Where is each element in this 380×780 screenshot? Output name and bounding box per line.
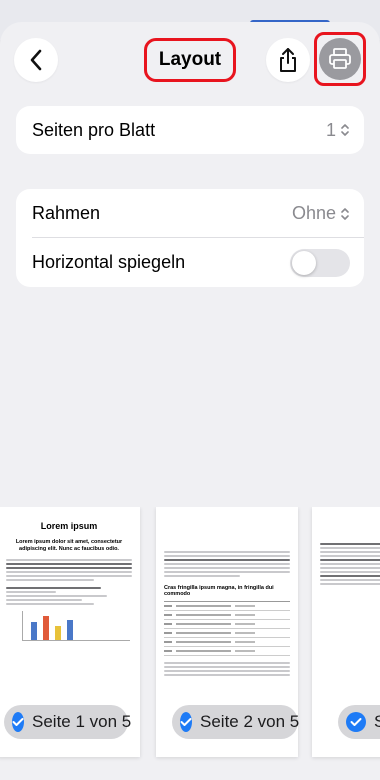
page-badge-label: Seite 2 von 5 xyxy=(200,712,300,731)
preview-bullets xyxy=(6,587,132,606)
pages-per-sheet-value-text: 1 xyxy=(325,119,336,140)
back-button[interactable] xyxy=(14,38,58,82)
pages-per-sheet-group: Seiten pro Blatt 1 xyxy=(16,106,364,154)
printer-icon xyxy=(329,48,351,69)
preview-table xyxy=(164,601,290,656)
checkmark-icon xyxy=(346,712,366,732)
page-previews[interactable]: Lorem ipsum Lorem ipsum dolor sit amet, … xyxy=(0,507,380,780)
checkmark-icon xyxy=(180,712,192,732)
page-badge-2[interactable]: Seite 2 von 5 xyxy=(172,705,300,739)
page-badge-3[interactable]: S xyxy=(338,705,380,739)
share-icon xyxy=(280,48,296,72)
preview-text-lines xyxy=(6,559,132,582)
pages-per-sheet-row[interactable]: Seiten pro Blatt 1 xyxy=(16,106,364,154)
chevron-left-icon xyxy=(30,49,42,71)
title-highlight: Layout xyxy=(144,38,236,82)
preview-text-lines xyxy=(164,662,290,676)
page-badge-label: S xyxy=(374,712,380,731)
preview-chart xyxy=(22,611,130,642)
checkmark-icon xyxy=(12,712,24,732)
pages-per-sheet-label: Seiten pro Blatt xyxy=(32,119,156,140)
flip-horizontal-toggle[interactable] xyxy=(290,248,350,277)
preview-text-lines xyxy=(320,543,380,585)
chevron-up-down-icon xyxy=(341,207,349,220)
page-badge-label: Seite 1 von 5 xyxy=(32,712,132,731)
sheet-header: Layout xyxy=(0,22,380,102)
chevron-up-down-icon xyxy=(341,124,349,136)
print-highlight xyxy=(314,32,366,86)
preview-page-subtitle: Lorem ipsum dolor sit amet, consectetur … xyxy=(15,539,123,553)
border-label: Rahmen xyxy=(32,203,101,223)
border-row[interactable]: Rahmen Ohne xyxy=(16,189,364,238)
share-button[interactable] xyxy=(266,38,310,82)
pages-per-sheet-value[interactable]: 1 xyxy=(326,120,350,141)
layout-sheet: Layout Seiten pro Blatt 1 Rahmen Ohne Ho… xyxy=(0,22,380,780)
preview-page-heading: Cras fringilla ipsum magna, in fringilla… xyxy=(164,585,274,597)
print-button[interactable] xyxy=(319,38,361,80)
page-badge-1[interactable]: Seite 1 von 5 xyxy=(4,705,132,739)
page-title: Layout xyxy=(158,49,222,70)
toggle-knob xyxy=(292,250,316,275)
border-value-text: Ohne xyxy=(291,203,336,223)
preview-page-title: Lorem ipsum xyxy=(40,521,98,531)
preview-text-lines xyxy=(164,551,290,577)
flip-horizontal-label: Horizontal spiegeln xyxy=(32,252,186,272)
flip-horizontal-row: Horizontal spiegeln xyxy=(16,238,364,287)
border-value[interactable]: Ohne xyxy=(292,203,350,224)
border-options-group: Rahmen Ohne Horizontal spiegeln xyxy=(16,189,364,287)
